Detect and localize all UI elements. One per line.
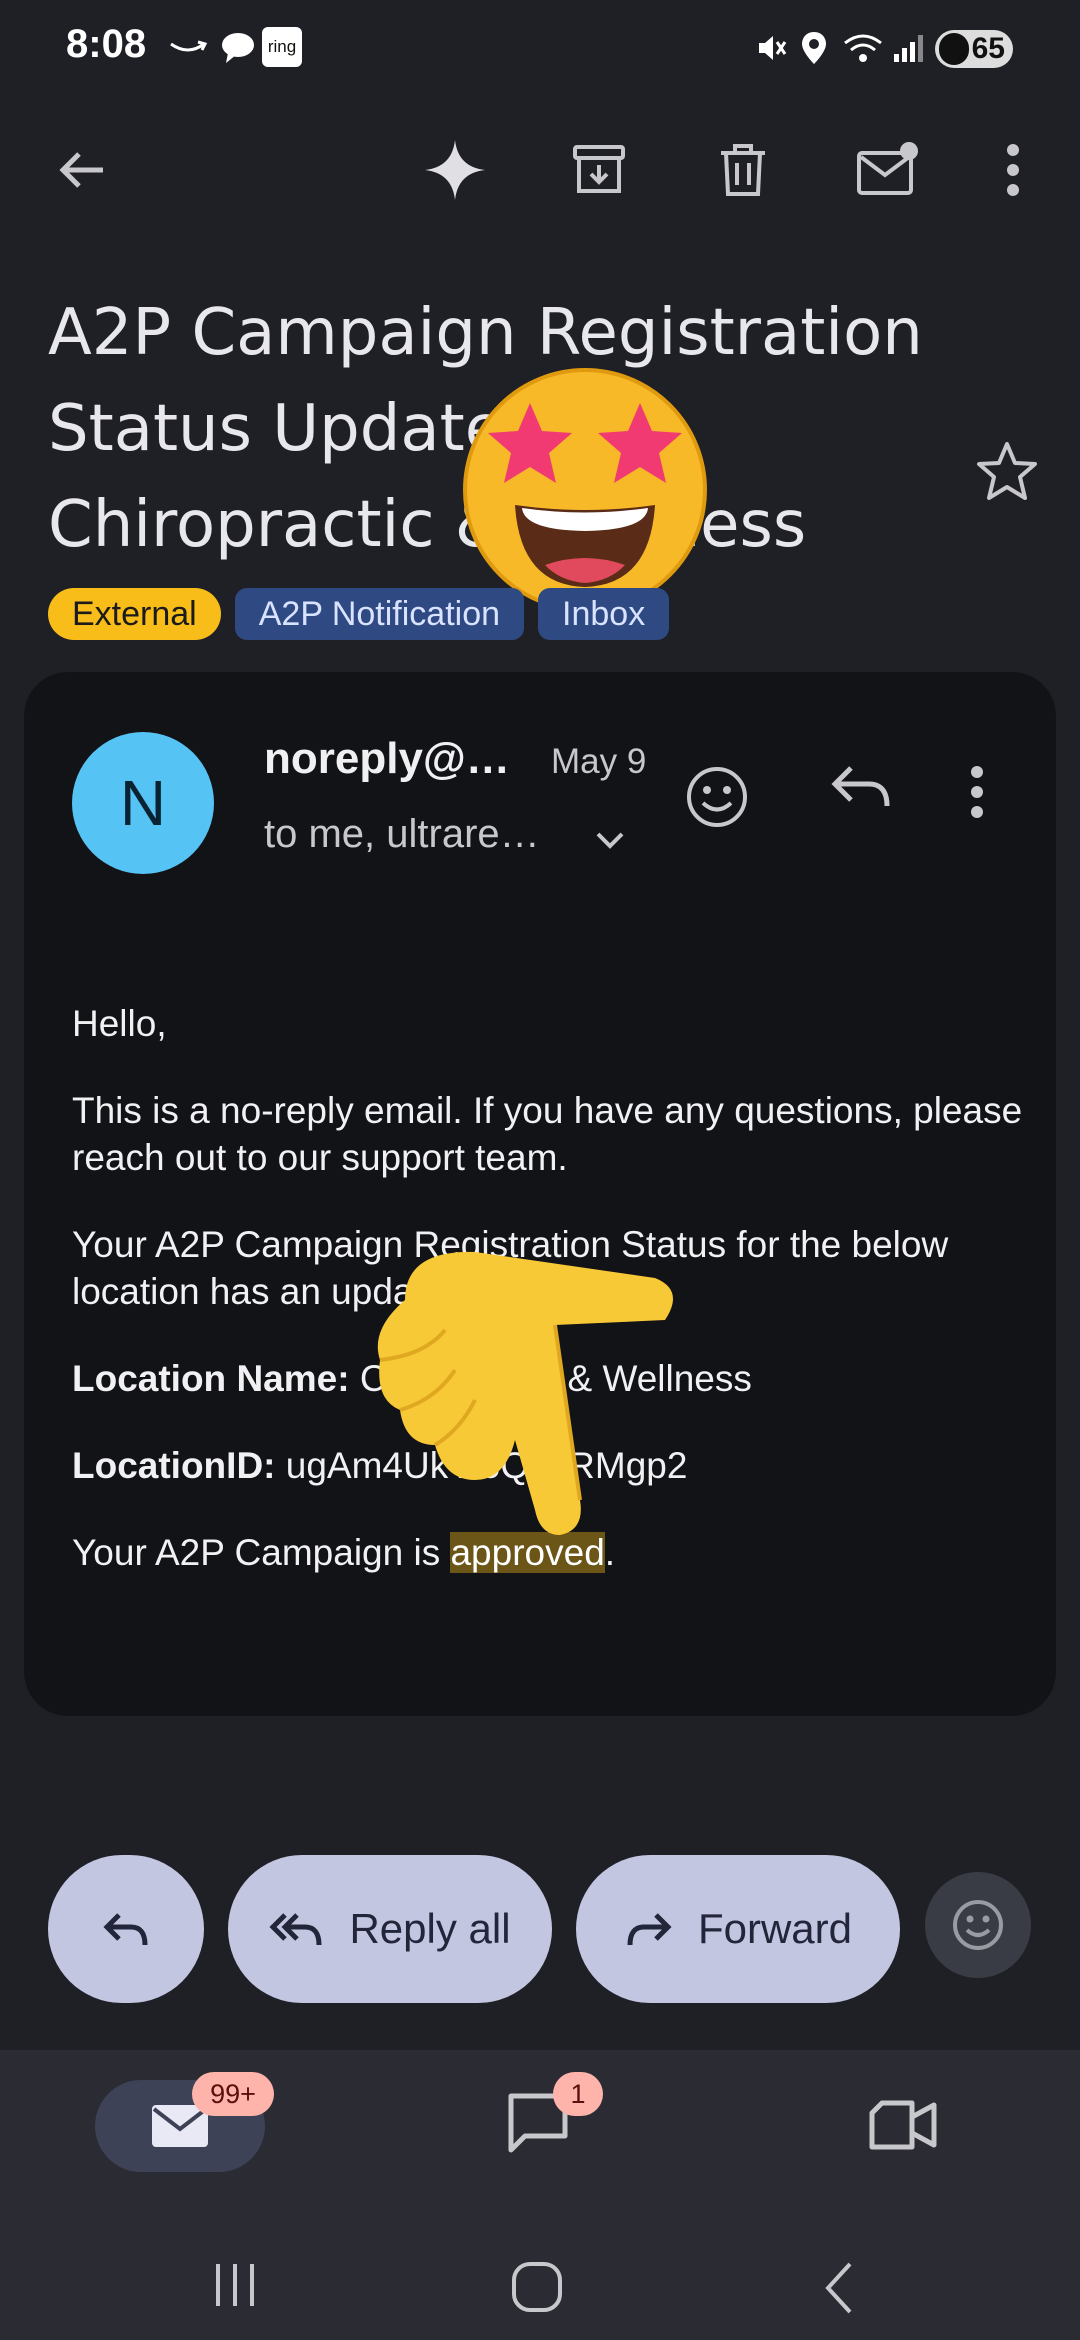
email-toolbar	[0, 110, 1080, 230]
recent-apps-button[interactable]	[210, 2260, 260, 2310]
archive-button[interactable]	[564, 135, 634, 205]
reply-all-label: Reply all	[349, 1905, 511, 1952]
label-inbox[interactable]: Inbox	[538, 588, 670, 640]
star-struck-emoji-sticker	[460, 365, 710, 615]
sender-name[interactable]: noreply@…	[264, 734, 510, 784]
avatar-letter: N	[119, 767, 167, 839]
location-icon	[798, 25, 830, 70]
battery-level: 65	[971, 32, 1005, 65]
location-name-label: Location Name:	[72, 1358, 350, 1399]
message-date: May 9	[551, 742, 647, 781]
sparkle-icon	[425, 140, 485, 200]
system-back-button[interactable]	[820, 2260, 870, 2316]
battery-saver-icon	[939, 33, 969, 65]
signal-icon	[890, 25, 926, 70]
back-arrow-icon	[59, 152, 103, 188]
mark-unread-button[interactable]	[852, 135, 922, 205]
delete-button[interactable]	[708, 135, 778, 205]
chevron-left-icon	[825, 2262, 852, 2314]
forward-label: Forward	[697, 1905, 853, 1952]
label-external[interactable]: External	[48, 588, 221, 640]
star-outline-icon	[977, 442, 1037, 500]
more-vert-icon	[971, 766, 983, 818]
add-reaction-button[interactable]	[684, 764, 760, 840]
archive-icon	[573, 145, 625, 193]
mail-unread-badge: 99+	[192, 2072, 274, 2116]
home-icon	[512, 2262, 562, 2312]
mail-unread-icon	[857, 142, 918, 195]
pointing-hand-emoji-sticker	[365, 1230, 685, 1560]
wifi-icon	[842, 25, 884, 70]
add-reaction-bottom-button[interactable]	[925, 1872, 1031, 1978]
forward-button[interactable]: Forward	[576, 1855, 900, 2003]
battery-indicator: 65	[935, 30, 1013, 68]
reply-all-icon	[269, 1913, 322, 1946]
reply-icon	[103, 1913, 148, 1946]
location-id-label: LocationID:	[72, 1445, 276, 1486]
status-bar: 8:08 ring 65	[0, 0, 1080, 95]
bottom-navigation: 99+ 1	[0, 2050, 1080, 2340]
label-a2p-notification[interactable]: A2P Notification	[234, 588, 525, 640]
expand-details-button[interactable]	[590, 820, 630, 860]
message-more-button[interactable]	[969, 764, 1009, 840]
greeting: Hello,	[72, 1003, 167, 1044]
emoji-smile-icon	[687, 767, 747, 827]
body-paragraph-1: This is a no-reply email. If you have an…	[72, 1090, 1023, 1178]
video-camera-icon	[869, 2100, 937, 2150]
status-time: 8:08	[66, 22, 147, 66]
reply-icon	[831, 766, 890, 807]
mute-icon	[752, 25, 790, 70]
trash-icon	[721, 144, 765, 196]
label-chips: External A2P Notification Inbox	[48, 588, 670, 640]
more-options-button[interactable]	[978, 135, 1048, 205]
star-button[interactable]	[975, 440, 1043, 508]
back-button[interactable]	[46, 135, 116, 205]
ring-label: ring	[267, 37, 297, 56]
recents-icon	[216, 2264, 254, 2306]
chat-unread-badge: 1	[553, 2072, 603, 2116]
gemini-button[interactable]	[420, 135, 490, 205]
reply-button[interactable]	[829, 762, 909, 842]
recipients-summary[interactable]: to me, ultrare…	[264, 812, 540, 857]
reply-pill-button[interactable]	[48, 1855, 204, 2003]
chevron-down-icon	[596, 832, 624, 849]
forward-icon	[627, 1913, 672, 1946]
chat-bubble-icon	[218, 25, 258, 70]
more-vert-icon	[1007, 144, 1019, 196]
ring-app-icon: ring	[262, 27, 302, 67]
reply-all-button[interactable]: Reply all	[228, 1855, 552, 2003]
amazon-icon	[168, 25, 208, 70]
home-button[interactable]	[510, 2260, 566, 2316]
emoji-smile-icon	[953, 1900, 1003, 1950]
avatar[interactable]: N	[72, 732, 214, 874]
nav-meet-tab[interactable]	[868, 2095, 940, 2155]
